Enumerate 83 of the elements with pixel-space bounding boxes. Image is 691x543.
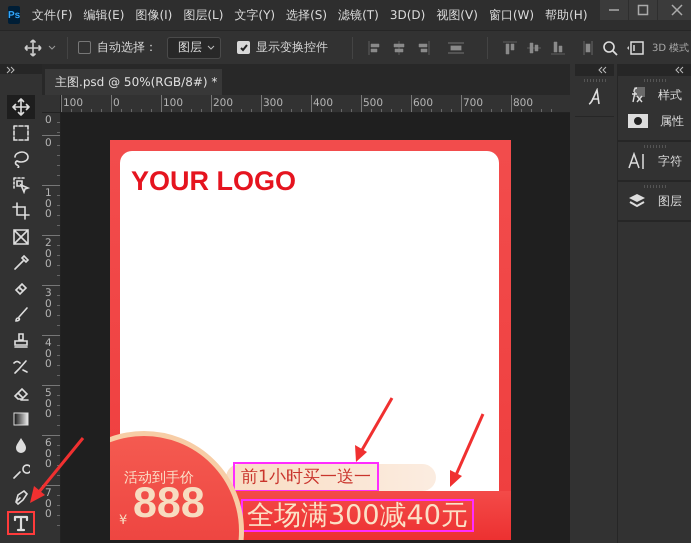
logo-text: YOUR LOGO — [131, 166, 296, 197]
ruler-label: 400 — [312, 97, 334, 109]
crop-icon — [12, 202, 30, 220]
distribute-vertical-icon[interactable] — [582, 40, 594, 56]
layers-icon — [628, 192, 646, 210]
frame-icon — [12, 228, 30, 246]
stamp-icon — [12, 332, 30, 350]
maximize-button[interactable] — [628, 0, 656, 20]
align-bottom-icon[interactable] — [550, 40, 566, 56]
ruler-label: 500 — [362, 97, 384, 109]
caret-icon[interactable] — [47, 42, 57, 52]
menu-item[interactable]: 文件(F) — [32, 6, 72, 24]
eyedropper-icon — [12, 254, 30, 272]
type-icon — [12, 514, 30, 532]
menu-item[interactable]: 帮助(H) — [545, 6, 588, 24]
menu-item[interactable]: 图像(I) — [135, 6, 172, 24]
panel-button[interactable]: 属性 — [618, 108, 691, 134]
workspace-icon[interactable] — [626, 40, 644, 56]
menu-item[interactable]: 滤镜(T) — [338, 6, 379, 24]
panel-button[interactable]: 样式 — [618, 82, 691, 108]
align-top-icon[interactable] — [502, 40, 518, 56]
menu-item[interactable]: 选择(S) — [286, 6, 328, 24]
menu-item[interactable]: 图层(L) — [183, 6, 224, 24]
currency-symbol: ¥ — [119, 513, 128, 528]
ruler-label: 200 — [45, 238, 52, 270]
properties-icon — [628, 114, 648, 128]
ruler-label: 0 — [112, 97, 120, 109]
move-icon — [12, 98, 30, 116]
ruler-label: 800 — [512, 97, 534, 109]
auto-select-label: 自动选择： — [97, 39, 157, 56]
ruler-label: 0 — [45, 115, 52, 126]
3d-mode-label[interactable]: 3D 模式 — [652, 40, 690, 54]
healing-icon — [12, 280, 30, 298]
collapse-icon[interactable] — [675, 66, 685, 74]
close-button[interactable] — [658, 0, 691, 20]
banner-text: 全场满300减40元 — [241, 499, 474, 532]
menu-item[interactable]: 窗口(W) — [488, 6, 534, 24]
object-select-icon — [12, 176, 30, 194]
ruler-label: 0 — [45, 138, 52, 148]
ruler-label: 700 — [45, 488, 52, 520]
panel-button[interactable]: 图层 — [618, 188, 691, 214]
maximize-icon — [636, 4, 648, 16]
brush-icon — [12, 306, 30, 324]
align-middle-icon[interactable] — [526, 40, 542, 56]
menu-item[interactable]: 文字(Y) — [234, 6, 276, 24]
show-transform-label: 显示变换控件 — [256, 39, 328, 56]
ruler-label: 600 — [45, 438, 52, 470]
app-logo: Ps — [8, 6, 20, 24]
menu-item[interactable]: 3D(D) — [390, 8, 426, 22]
expand-icon[interactable] — [6, 66, 16, 74]
gradient-icon — [12, 410, 30, 428]
caret-icon — [206, 42, 216, 52]
menu-item[interactable]: 视图(V) — [436, 6, 478, 24]
distribute-icon[interactable] — [447, 40, 465, 56]
ruler-label: 200 — [212, 97, 234, 109]
move-tool[interactable] — [7, 95, 35, 119]
ruler-label: 300 — [262, 97, 284, 109]
pen-icon — [12, 488, 30, 506]
checkbox[interactable] — [78, 41, 91, 54]
collapse-icon[interactable] — [598, 66, 608, 74]
move-icon[interactable] — [24, 38, 42, 56]
document-tab[interactable]: 主图.psd @ 50%(RGB/8#) * — [45, 69, 222, 95]
close-icon — [670, 4, 682, 16]
ruler-label: 100 — [45, 188, 52, 220]
ruler-label: 700 — [462, 97, 484, 109]
layer-dropdown[interactable]: 图层 — [167, 36, 221, 58]
ruler-label: 500 — [45, 388, 52, 420]
search-icon[interactable] — [602, 40, 618, 56]
menu-item[interactable]: 编辑(E) — [84, 6, 124, 24]
ruler-label: 600 — [412, 97, 434, 109]
ruler-label: 400 — [45, 338, 52, 370]
marquee-icon — [12, 124, 30, 142]
ruler-label: 300 — [45, 288, 52, 320]
annotation-arrow — [355, 397, 394, 462]
type-tool[interactable] — [7, 511, 35, 535]
ruler-label: 100 — [162, 97, 184, 109]
price-label: 活动到手价 — [124, 469, 194, 487]
panel-button[interactable]: 字符 — [618, 148, 691, 174]
lasso-icon — [12, 150, 30, 168]
ruler-label: 100 — [62, 97, 84, 109]
align-center-icon[interactable] — [391, 40, 407, 56]
character-icon — [628, 152, 646, 170]
document-tab-title: 主图.psd @ 50%(RGB/8#) * — [55, 74, 218, 90]
